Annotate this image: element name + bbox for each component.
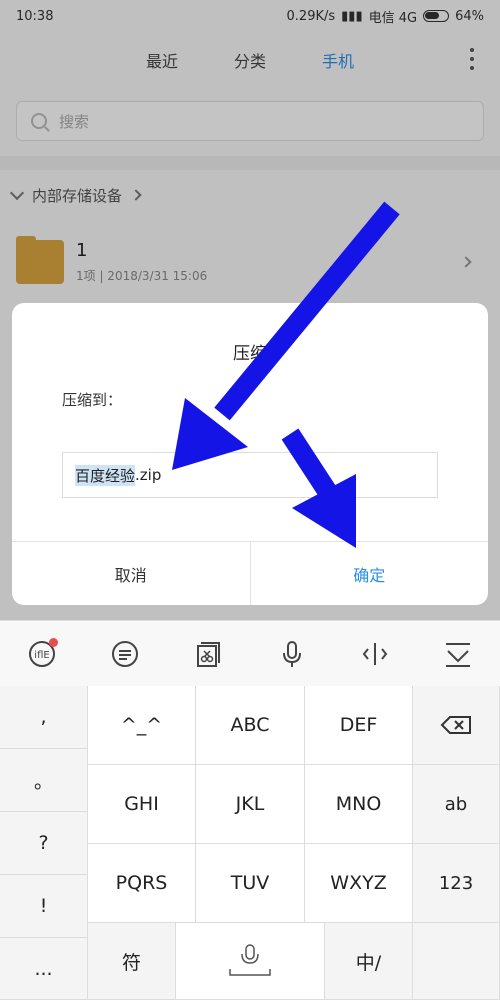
key-period[interactable]: 。 [0,749,88,812]
backspace-icon [440,716,471,734]
key-wxyz[interactable]: WXYZ [305,844,413,923]
notification-dot [48,637,58,647]
confirm-button[interactable]: 确定 [251,542,489,605]
chat-button[interactable] [105,634,145,674]
file-extension: .zip [135,466,162,484]
key-language[interactable]: 中/ [325,923,413,1000]
enter-key[interactable] [413,923,500,1000]
svg-text:iflE: iflE [34,650,49,661]
collapse-keyboard-button[interactable] [438,634,478,674]
key-question[interactable]: ? [0,812,88,875]
clipboard-icon [197,641,221,667]
collapse-keyboard-icon [446,642,471,667]
key-english[interactable]: ab [413,765,500,844]
key-ghi[interactable]: GHI [88,765,196,844]
key-pqrs[interactable]: PQRS [88,844,196,923]
dialog-buttons: 取消 确定 [12,541,488,605]
key-def[interactable]: DEF [305,686,413,765]
cancel-button[interactable]: 取消 [12,542,251,605]
backspace-key[interactable] [413,686,500,765]
key-tuv[interactable]: TUV [196,844,305,923]
filename-input[interactable]: 百度经验 .zip [62,452,438,498]
dialog-title: 压缩 [233,344,267,364]
key-symbols[interactable]: 符 [88,923,176,1000]
chat-bubble-icon [111,640,138,667]
emoji-button[interactable]: iflE [22,634,62,674]
key-numbers[interactable]: 123 [413,844,500,923]
t9-keyboard: , 。 ? ! ... ^_^ ABC DEF GHI JKL MNO PQRS… [0,686,500,1000]
keyboard-toolbar: iflE [0,620,500,686]
cursor-icon [362,642,388,665]
clipboard-button[interactable] [188,634,228,674]
key-mno[interactable]: MNO [305,765,413,844]
selected-text: 百度经验 [75,464,136,486]
key-emoticon[interactable]: ^_^ [88,686,196,765]
microphone-icon [229,944,271,976]
key-exclaim[interactable]: ! [0,875,88,938]
key-abc[interactable]: ABC [196,686,305,765]
cursor-button[interactable] [355,634,395,674]
voice-button[interactable] [272,634,312,674]
key-ellipsis[interactable]: ... [0,938,88,1000]
key-comma[interactable]: , [0,686,88,749]
key-jkl[interactable]: JKL [196,765,305,844]
dialog-label: 压缩到： [62,391,123,409]
microphone-icon [282,640,301,667]
compress-dialog: 压缩 压缩到： 百度经验 .zip 取消 确定 [12,303,488,605]
space-key[interactable] [176,923,325,1000]
